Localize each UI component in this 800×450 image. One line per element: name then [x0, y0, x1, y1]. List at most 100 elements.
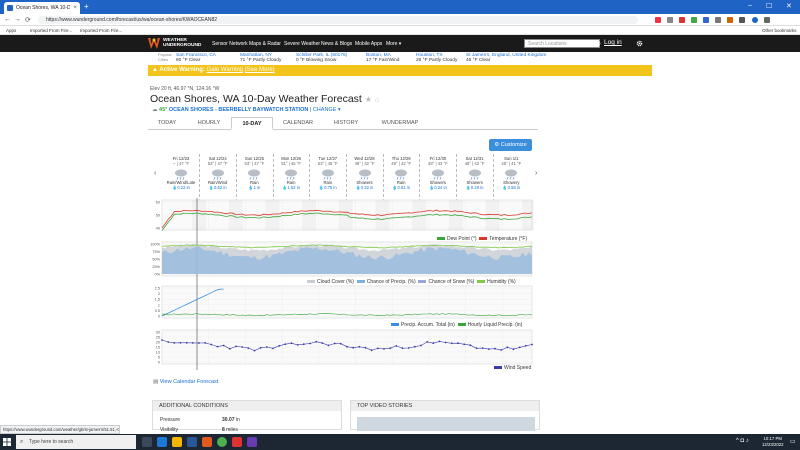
taskbar-search-input[interactable]: Type here to search — [16, 435, 136, 449]
gear-icon[interactable] — [636, 40, 643, 47]
legend-swatch — [457, 323, 466, 327]
night-shade — [486, 200, 500, 230]
city-item[interactable]: Boston, MA 17 °F Fair/Wind — [366, 53, 399, 63]
nav-severe-weather[interactable]: Severe Weather — [284, 41, 320, 47]
wind-speed-point — [278, 344, 281, 347]
city-item[interactable]: Houston, TX 26 °F Partly Cloudy — [416, 53, 457, 63]
rain-cloud-icon — [468, 169, 481, 180]
forecast-day-column[interactable]: Sat 12/24 53° | 47 °F Rain/Wind 💧0.62 in — [200, 156, 236, 190]
nav-maps-radar[interactable]: Maps & Radar — [249, 41, 281, 47]
notifications-icon[interactable]: ▭ — [790, 438, 796, 445]
tab-calendar[interactable]: CALENDAR — [276, 117, 320, 130]
favorite-star-icon[interactable]: ★ — [365, 95, 372, 104]
profile-avatar[interactable] — [752, 17, 758, 23]
back-button[interactable]: ← — [4, 16, 11, 23]
forecast-day-column[interactable]: Sun 1/1 46° | 41 °F Showery 💧0.55 in — [493, 156, 529, 190]
tab-today[interactable]: TODAY — [148, 117, 186, 130]
city-item[interactable]: Manhattan, NY 71 °F Partly Cloudy — [240, 53, 281, 63]
forecast-day-column[interactable]: Sun 12/25 53° | 47 °F Rain 💧1 in — [236, 156, 272, 190]
city-item[interactable]: Schiller Park, IL (60176) 0 °F Blowing Sn… — [296, 53, 347, 63]
window-maximize-button[interactable]: ☐ — [766, 2, 772, 10]
axis-tick-label: 15 — [156, 346, 160, 350]
pressure-label: Pressure — [160, 417, 181, 423]
warning-type-link[interactable]: Gale Warning — [207, 67, 243, 73]
store-icon[interactable] — [187, 437, 197, 447]
search-locations-input[interactable]: Search Locations — [524, 39, 600, 48]
wind-speed-point — [494, 347, 496, 350]
extension-icon[interactable] — [727, 17, 733, 23]
address-bar[interactable]: https://www.wunderground.com/forecast/us… — [38, 16, 638, 24]
wind-speed-point — [475, 347, 478, 350]
station-name-link[interactable]: OCEAN SHORES - BEERBELLY BAYWATCH STATIO… — [169, 107, 308, 113]
tab-history[interactable]: HISTORY — [324, 117, 368, 130]
browser-toolbar: ← → ⟳ https://www.wunderground.com/forec… — [0, 14, 800, 26]
extension-icon[interactable] — [715, 17, 721, 23]
chevron-right-icon[interactable]: › — [535, 170, 537, 177]
forecast-day-column[interactable]: Fri 12/30 48° | 43 °F Showers 💧0.24 in — [420, 156, 456, 190]
app-icon[interactable] — [202, 437, 212, 447]
bookmark-folder[interactable]: Imported From Fire... — [30, 28, 72, 33]
axis-tick-label: 1 — [158, 303, 160, 307]
extension-icon[interactable] — [679, 17, 685, 23]
forecast-day-column[interactable]: Thu 12/29 49° | 42 °F Rain 💧0.81 in — [383, 156, 419, 190]
customize-button[interactable]: ⚙ Customize — [489, 139, 532, 151]
city-item[interactable]: San Francisco, CA 60 °F Clear — [176, 53, 216, 63]
wind-speed-point — [327, 344, 330, 347]
locate-icon[interactable] — [594, 40, 601, 47]
tab-hourly[interactable]: HOURLY — [190, 117, 228, 130]
forecast-day-column[interactable]: Sat 12/31 48° | 42 °F Showers 💧0.29 in — [457, 156, 493, 190]
wind-speed-point — [463, 343, 466, 346]
view-calendar-forecast-link[interactable]: ▤ View Calendar Forecast — [153, 379, 218, 385]
window-close-button[interactable]: ✕ — [786, 2, 792, 10]
menu-icon[interactable] — [764, 17, 770, 23]
station-change-link[interactable]: | CHANGE — [310, 107, 337, 113]
forecast-day-column[interactable]: Fri 12/23 -- | 47 °F Rain/Wind/Late 💧0.22 i… — [163, 156, 199, 190]
nav-sensor-network[interactable]: Sensor Network — [212, 41, 248, 47]
extension-icon[interactable] — [655, 17, 661, 23]
chevron-left-icon[interactable]: ‹ — [154, 170, 156, 177]
warning-see-more-link[interactable]: (See More) — [245, 67, 275, 73]
browser-tab[interactable]: Ocean Shores, WA 10-Day Weather Forecast… — [4, 2, 80, 14]
forecast-day-column[interactable]: Tue 12/27 53° | 45 °F Rain 💧0.75 in — [310, 156, 346, 190]
forecast-charts[interactable]: 605040100%75%50%25%0%2.521.510.503025201… — [148, 198, 534, 374]
forecast-day-column[interactable]: Mon 12/26 51° | 45 °F Rain 💧1.52 in — [273, 156, 309, 190]
window-minimize-button[interactable]: – — [748, 2, 752, 9]
chevron-down-icon[interactable]: ▾ — [338, 107, 341, 113]
file-explorer-icon[interactable] — [172, 437, 182, 447]
reload-button[interactable]: ⟳ — [25, 16, 31, 24]
login-link[interactable]: Log in — [604, 39, 622, 46]
nav-more[interactable]: More ▾ — [386, 41, 401, 47]
app-icon[interactable] — [247, 437, 257, 447]
home-icon[interactable]: ⌂ — [375, 97, 379, 104]
chrome-icon[interactable] — [217, 437, 227, 447]
app-icon[interactable] — [232, 437, 242, 447]
other-bookmarks[interactable]: Other bookmarks — [762, 28, 797, 33]
system-clock[interactable]: 10:17 PM 12/23/2022 — [762, 436, 784, 447]
wind-speed-point — [265, 346, 268, 348]
video-thumbnail[interactable] — [357, 417, 535, 431]
warning-icon: ▲ — [152, 67, 158, 73]
wu-logo-text[interactable]: WEATHER UNDERGROUND — [163, 38, 201, 49]
extension-icon[interactable] — [703, 17, 709, 23]
tab-close-icon[interactable]: × — [73, 5, 77, 11]
nav-mobile-apps[interactable]: Mobile Apps — [355, 41, 382, 47]
city-item[interactable]: St James's, England, United Kingdom 45 °F… — [466, 53, 546, 63]
bookmark-folder[interactable]: Imported From Fire... — [80, 28, 122, 33]
forecast-day-column[interactable]: Wed 12/28 49° | 42 °F Showers 💧0.32 in — [347, 156, 383, 190]
edge-icon[interactable] — [157, 437, 167, 447]
new-tab-button[interactable]: + — [84, 3, 89, 11]
windows-start-icon[interactable] — [3, 438, 11, 446]
extension-icon[interactable] — [739, 17, 745, 23]
extension-icon[interactable] — [667, 17, 673, 23]
tray-icons[interactable]: ^ ◘ ♪ — [736, 438, 749, 444]
task-view-icon[interactable] — [142, 437, 152, 447]
status-bar-url: https://www.wunderground.com/weather/gb/… — [0, 425, 120, 434]
tab-wundermap[interactable]: WUNDERMAP — [372, 117, 428, 130]
tab-10-day[interactable]: 10-DAY — [231, 117, 273, 130]
wu-logo-icon[interactable] — [148, 38, 160, 49]
forward-button[interactable]: → — [14, 16, 21, 23]
extension-icon[interactable] — [691, 17, 697, 23]
nav-news-blogs[interactable]: News & Blogs — [321, 41, 352, 47]
bookmark-apps[interactable]: Apps — [6, 28, 16, 33]
day-high-low: 53° | 47 °F — [207, 161, 228, 166]
